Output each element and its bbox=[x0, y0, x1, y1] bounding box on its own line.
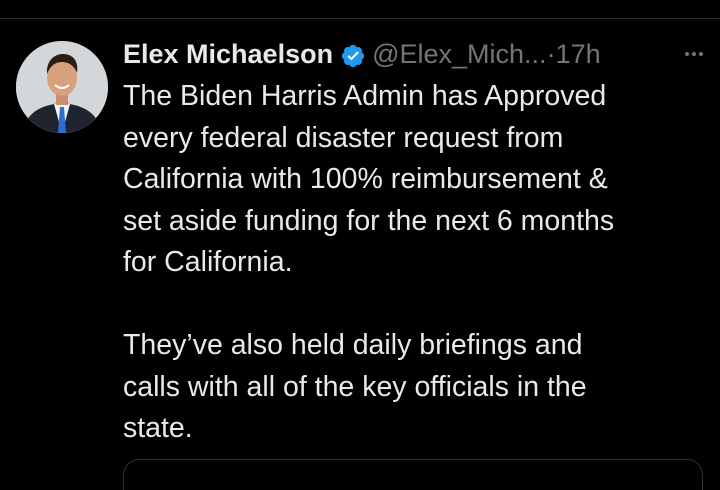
tweet-paragraph-1: The Biden Harris Admin has Approved ever… bbox=[123, 76, 703, 284]
tweet-line: The Biden Harris Admin has Approved bbox=[123, 80, 607, 112]
tweet-content: Elex Michaelson @Elex_Mich... · 17h The … bbox=[123, 35, 703, 450]
tweet-line: state. bbox=[123, 412, 193, 444]
tweet-text: The Biden Harris Admin has Approved ever… bbox=[123, 76, 703, 450]
timestamp[interactable]: 17h bbox=[556, 35, 601, 73]
tweet-line: every federal disaster request from bbox=[123, 121, 564, 154]
tweet-line: for California. bbox=[123, 246, 293, 278]
tweet-header: Elex Michaelson @Elex_Mich... · 17h bbox=[123, 35, 703, 73]
quoted-card-edge[interactable] bbox=[123, 459, 703, 490]
tweet-line: set aside funding for the next 6 months bbox=[123, 204, 615, 237]
display-name[interactable]: Elex Michaelson bbox=[123, 35, 333, 73]
handle[interactable]: @Elex_Mich... bbox=[372, 35, 546, 73]
tweet[interactable]: Elex Michaelson @Elex_Mich... · 17h The … bbox=[0, 19, 720, 490]
profile-photo bbox=[16, 41, 108, 133]
more-options-icon[interactable] bbox=[685, 35, 703, 73]
tweet-line: They’ve also held daily briefings and bbox=[123, 329, 583, 361]
tweet-line: calls with all of the key officials in t… bbox=[123, 370, 587, 403]
tweet-paragraph-2: They’ve also held daily briefings and ca… bbox=[123, 325, 703, 450]
separator-dot: · bbox=[546, 39, 556, 69]
avatar[interactable] bbox=[16, 41, 108, 133]
tweet-line: California with 100% reimbursement & bbox=[123, 163, 608, 195]
verified-badge-icon bbox=[340, 41, 366, 68]
